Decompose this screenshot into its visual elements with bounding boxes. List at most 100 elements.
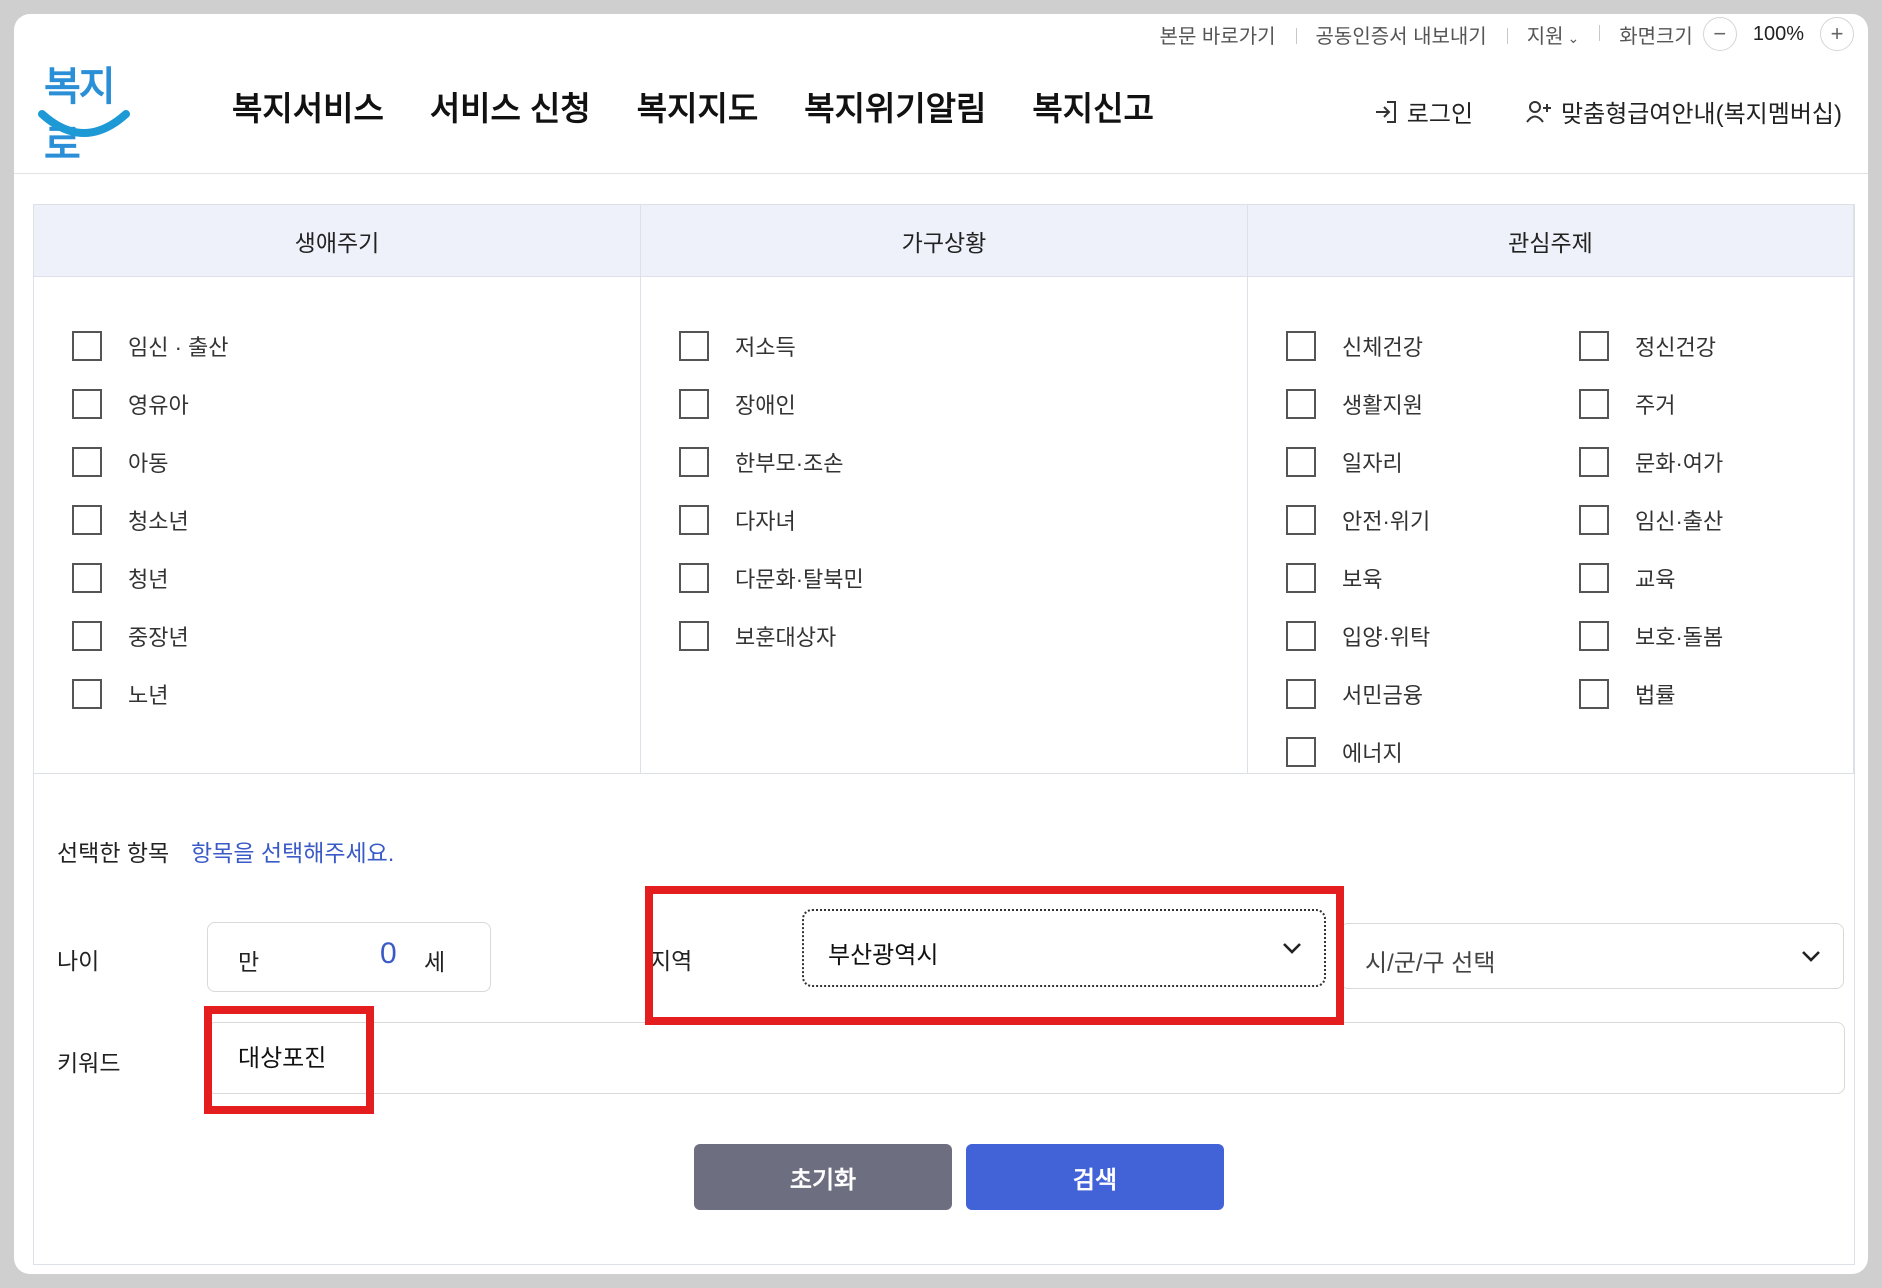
sigungu-select[interactable]: 시/군/구 선택 xyxy=(1340,923,1844,989)
checkbox[interactable] xyxy=(679,331,709,361)
checkbox-label: 주거 xyxy=(1635,393,1676,418)
checkbox[interactable] xyxy=(679,563,709,593)
support-menu[interactable]: 지원 ⌄ xyxy=(1506,20,1600,49)
checkbox-item[interactable]: 영유아 xyxy=(72,388,189,420)
selected-items-hint: 항목을 선택해주세요. xyxy=(191,840,395,866)
checkbox[interactable] xyxy=(1579,621,1609,651)
search-button[interactable]: 검색 xyxy=(966,1144,1224,1210)
checkbox[interactable] xyxy=(1286,737,1316,767)
checkbox[interactable] xyxy=(1579,679,1609,709)
checkbox[interactable] xyxy=(1579,331,1609,361)
household-header: 가구상황 xyxy=(641,205,1247,277)
checkbox-item[interactable]: 보육 xyxy=(1286,562,1382,594)
nav-welfare-report[interactable]: 복지신고 xyxy=(1032,82,1153,130)
nav-crisis-alert[interactable]: 복지위기알림 xyxy=(804,82,986,130)
checkbox-label: 다자녀 xyxy=(735,509,796,534)
checkbox-label: 보훈대상자 xyxy=(735,625,837,650)
checkbox[interactable] xyxy=(679,389,709,419)
checkbox[interactable] xyxy=(72,505,102,535)
checkbox[interactable] xyxy=(1579,563,1609,593)
header-actions: 로그인 맞춤형급여안내(복지멤버십) xyxy=(1373,94,1842,129)
region-highlight-box xyxy=(645,886,1344,1025)
checkbox[interactable] xyxy=(72,447,102,477)
zoom-out-button[interactable]: − xyxy=(1702,17,1737,51)
checkbox[interactable] xyxy=(1579,505,1609,535)
checkbox-item[interactable]: 저소득 xyxy=(679,330,796,362)
checkbox-label: 중장년 xyxy=(128,625,189,650)
checkbox-label: 임신 · 출산 xyxy=(128,335,229,360)
checkbox[interactable] xyxy=(1286,563,1316,593)
checkbox-item[interactable]: 입양·위탁 xyxy=(1286,620,1430,652)
checkbox-label: 정신건강 xyxy=(1635,335,1716,360)
checkbox-item[interactable]: 다자녀 xyxy=(679,504,796,536)
checkbox[interactable] xyxy=(1286,389,1316,419)
checkbox-label: 장애인 xyxy=(735,393,796,418)
checkbox[interactable] xyxy=(72,331,102,361)
age-input[interactable]: 만 0 세 xyxy=(207,922,491,992)
nav-welfare-map[interactable]: 복지지도 xyxy=(637,82,758,130)
checkbox-label: 청년 xyxy=(128,567,169,592)
checkbox-label: 노년 xyxy=(128,683,169,708)
skip-to-content-link[interactable]: 본문 바로가기 xyxy=(1140,20,1296,49)
checkbox[interactable] xyxy=(72,389,102,419)
checkbox-item[interactable]: 청소년 xyxy=(72,504,189,536)
checkbox-item[interactable]: 신체건강 xyxy=(1286,330,1423,362)
checkbox-item[interactable]: 일자리 xyxy=(1286,446,1403,478)
site-logo[interactable]: 복지로 xyxy=(28,50,138,167)
membership-button[interactable]: 맞춤형급여안내(복지멤버십) xyxy=(1525,94,1842,129)
checkbox[interactable] xyxy=(1286,331,1316,361)
checkbox-item[interactable]: 임신 · 출산 xyxy=(72,330,229,362)
browser-window: 본문 바로가기 공동인증서 내보내기 지원 ⌄ 화면크기 − 100% + 복지로… xyxy=(14,14,1868,1274)
login-label: 로그인 xyxy=(1406,101,1474,128)
checkbox[interactable] xyxy=(679,447,709,477)
keyword-label: 키워드 xyxy=(57,1050,121,1076)
checkbox[interactable] xyxy=(72,563,102,593)
checkbox[interactable] xyxy=(679,621,709,651)
checkbox-item[interactable]: 서민금융 xyxy=(1286,678,1423,710)
checkbox-item[interactable]: 아동 xyxy=(72,446,168,478)
checkbox[interactable] xyxy=(1286,679,1316,709)
household-column: 가구상황 xyxy=(641,205,1248,773)
checkbox-item[interactable]: 생활지원 xyxy=(1286,388,1423,420)
logo-smile-icon xyxy=(38,110,130,137)
checkbox-label: 청소년 xyxy=(128,509,189,534)
checkbox-item[interactable]: 노년 xyxy=(72,678,168,710)
checkbox-item[interactable]: 법률 xyxy=(1579,678,1675,710)
keyword-field[interactable] xyxy=(207,1022,1845,1094)
login-button[interactable]: 로그인 xyxy=(1373,94,1473,129)
checkbox-item[interactable]: 주거 xyxy=(1579,388,1675,420)
utility-bar: 본문 바로가기 공동인증서 내보내기 지원 ⌄ 화면크기 − 100% + xyxy=(1140,14,1854,54)
checkbox[interactable] xyxy=(679,505,709,535)
reset-button[interactable]: 초기화 xyxy=(694,1144,952,1210)
checkbox-item[interactable]: 임신·출산 xyxy=(1579,504,1723,536)
checkbox[interactable] xyxy=(1579,389,1609,419)
checkbox[interactable] xyxy=(1579,447,1609,477)
checkbox-item[interactable]: 중장년 xyxy=(72,620,189,652)
nav-service-apply[interactable]: 서비스 신청 xyxy=(430,82,591,130)
checkbox-item[interactable]: 교육 xyxy=(1579,562,1675,594)
age-value[interactable]: 0 xyxy=(380,937,397,971)
lifecycle-header: 생애주기 xyxy=(34,205,640,277)
checkbox[interactable] xyxy=(1286,505,1316,535)
checkbox-item[interactable]: 한부모·조손 xyxy=(679,446,844,478)
checkbox-item[interactable]: 에너지 xyxy=(1286,736,1403,768)
export-certificate-link[interactable]: 공동인증서 내보내기 xyxy=(1295,20,1507,49)
checkbox-item[interactable]: 안전·위기 xyxy=(1286,504,1430,536)
membership-label: 맞춤형급여안내(복지멤버십) xyxy=(1561,101,1842,128)
age-suffix: 세 xyxy=(424,949,446,975)
checkbox-item[interactable]: 보호·돌봄 xyxy=(1579,620,1723,652)
zoom-in-button[interactable]: + xyxy=(1820,17,1854,51)
nav-welfare-service[interactable]: 복지서비스 xyxy=(232,82,384,130)
checkbox[interactable] xyxy=(72,621,102,651)
checkbox[interactable] xyxy=(72,679,102,709)
checkbox-item[interactable]: 문화·여가 xyxy=(1579,446,1723,478)
checkbox[interactable] xyxy=(1286,447,1316,477)
checkbox-item[interactable]: 다문화·탈북민 xyxy=(679,562,864,594)
checkbox-item[interactable]: 보훈대상자 xyxy=(679,620,836,652)
checkbox[interactable] xyxy=(1286,621,1316,651)
checkbox-item[interactable]: 정신건강 xyxy=(1579,330,1716,362)
checkbox-item[interactable]: 장애인 xyxy=(679,388,796,420)
checkbox-label: 문화·여가 xyxy=(1635,451,1724,476)
checkbox-item[interactable]: 청년 xyxy=(72,562,168,594)
interest-header: 관심주제 xyxy=(1248,205,1853,277)
